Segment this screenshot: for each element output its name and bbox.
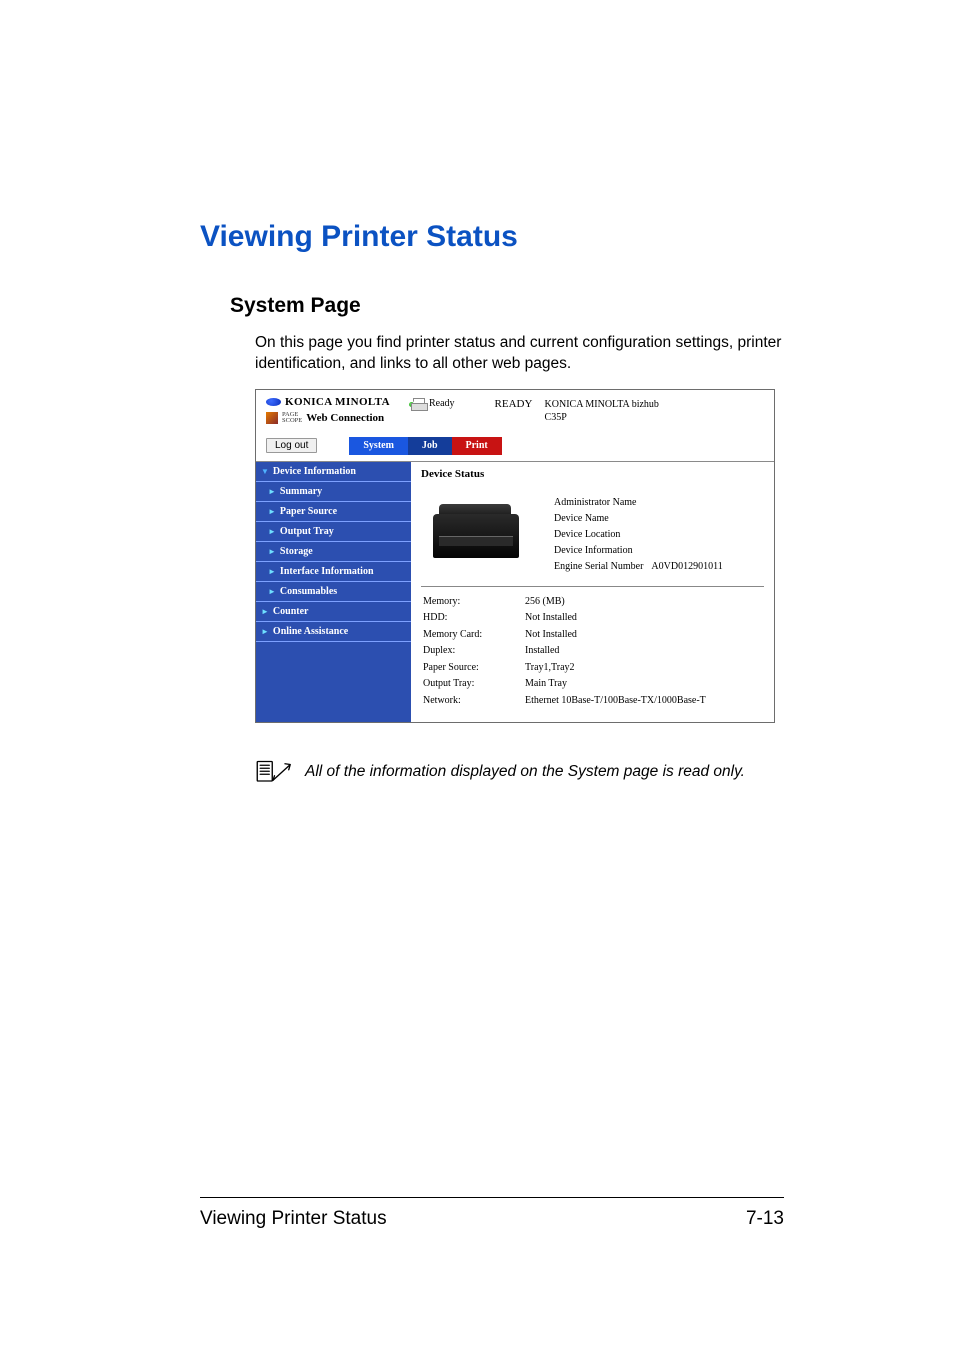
table-row: Device Information [554,544,723,558]
page-footer: Viewing Printer Status 7-13 [200,1197,784,1230]
nav-output-tray[interactable]: Output Tray [256,522,411,542]
tab-job[interactable]: Job [408,437,452,455]
table-row: Paper Source:Tray1,Tray2 [423,661,706,676]
device-info-table: Administrator Name Device Name Device Lo… [552,494,725,576]
nav-storage[interactable]: Storage [256,542,411,562]
tab-system[interactable]: System [349,437,408,455]
ready-big-label: READY [455,396,525,410]
table-row: Device Location [554,528,723,542]
chevron-right-icon [268,586,276,597]
table-row: Device Name [554,512,723,526]
embedded-screenshot: KONICA MINOLTA PAGE SCOPE Web Connection… [255,389,775,724]
table-row: Memory Card:Not Installed [423,628,706,643]
chevron-down-icon [261,466,269,477]
chevron-right-icon [268,546,276,557]
device-status-title: Device Status [421,468,764,480]
chevron-right-icon [268,566,276,577]
chevron-right-icon [268,486,276,497]
footer-page-number: 7-13 [746,1208,784,1230]
nav-online-assistance[interactable]: Online Assistance [256,622,411,642]
logout-button[interactable]: Log out [266,438,317,453]
table-row: Administrator Name [554,496,723,510]
nav-summary[interactable]: Summary [256,482,411,502]
nav-interface-information[interactable]: Interface Information [256,562,411,582]
pagescope-icon [266,412,278,424]
tab-print[interactable]: Print [452,437,502,455]
printer-image [421,488,546,568]
table-row: Output Tray:Main Tray [423,677,706,692]
intro-paragraph: On this page you find printer status and… [200,332,784,375]
web-connection-label: Web Connection [306,412,384,424]
pagescope-label: PAGE SCOPE [282,412,302,425]
note-text: All of the information displayed on the … [291,763,745,781]
footer-title: Viewing Printer Status [200,1208,387,1230]
note-icon [255,759,291,785]
side-nav: Device Information Summary Paper Source … [256,462,411,723]
nav-device-information[interactable]: Device Information [256,462,411,482]
nav-paper-source[interactable]: Paper Source [256,502,411,522]
brand-name: KONICA MINOLTA [285,396,390,408]
table-row: Memory:256 (MB) [423,595,706,610]
page-heading: Viewing Printer Status [200,220,784,254]
ready-small-label: Ready [429,398,455,409]
specs-table: Memory:256 (MB) HDD:Not Installed Memory… [421,593,708,711]
table-row: Network:Ethernet 10Base-T/100Base-TX/100… [423,694,706,709]
chevron-right-icon [268,506,276,517]
table-row: HDD:Not Installed [423,611,706,626]
brand-logo-icon [266,398,281,406]
printer-status-icon [411,398,426,410]
divider [421,586,764,587]
nav-consumables[interactable]: Consumables [256,582,411,602]
model-line2: C35P [545,411,659,424]
model-line1: KONICA MINOLTA bizhub [545,398,659,411]
chevron-right-icon [268,526,276,537]
chevron-right-icon [261,606,269,617]
chevron-right-icon [261,626,269,637]
table-row: Engine Serial NumberA0VD012901011 [554,560,723,574]
note: All of the information displayed on the … [200,759,784,785]
nav-counter[interactable]: Counter [256,602,411,622]
table-row: Duplex:Installed [423,644,706,659]
section-heading: System Page [200,294,784,318]
